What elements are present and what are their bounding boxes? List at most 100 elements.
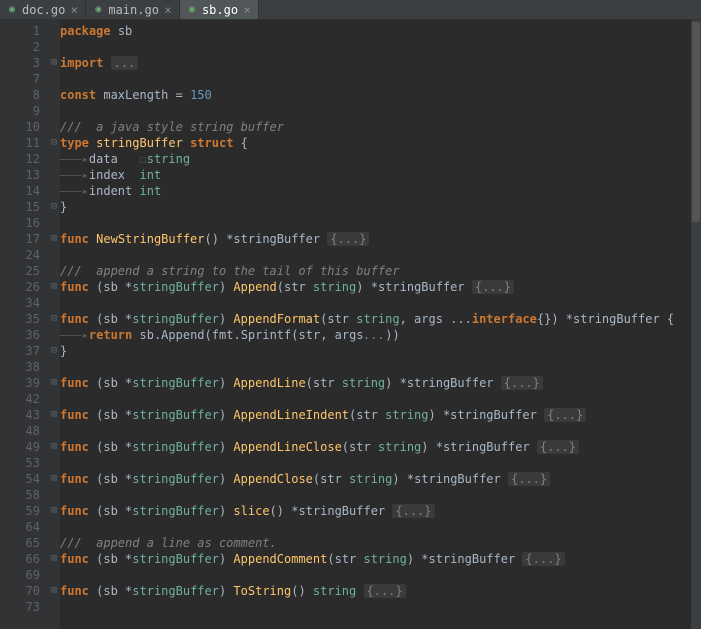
code-line[interactable]: type stringBuffer struct { xyxy=(60,135,701,151)
close-icon[interactable]: × xyxy=(69,3,79,17)
fold-collapse-icon[interactable]: ⊟ xyxy=(48,135,60,151)
token-punct: (str xyxy=(277,280,313,294)
token-punct xyxy=(118,152,140,166)
code-area[interactable]: package sb import ... const maxLength = 15… xyxy=(60,20,701,629)
token-kw: func xyxy=(60,312,89,326)
token-punct: ) *stringBuffer xyxy=(385,376,501,390)
code-line[interactable] xyxy=(60,423,701,439)
token-punct: , args xyxy=(320,328,363,342)
tab-doc-go[interactable]: ◉doc.go× xyxy=(0,0,86,19)
code-line[interactable] xyxy=(60,487,701,503)
close-icon[interactable]: × xyxy=(242,3,252,17)
code-line[interactable]: func (sb *stringBuffer) ToString() strin… xyxy=(60,583,701,599)
token-fn: AppendLineIndent xyxy=(233,408,349,422)
code-line[interactable] xyxy=(60,247,701,263)
token-kw: func xyxy=(60,440,89,454)
fold-expand-icon[interactable]: ⊞ xyxy=(48,471,60,487)
code-line[interactable] xyxy=(60,215,701,231)
code-line[interactable]: func (sb *stringBuffer) AppendLineIndent… xyxy=(60,407,701,423)
code-line[interactable] xyxy=(60,567,701,583)
code-line[interactable]: func (sb *stringBuffer) AppendClose(str … xyxy=(60,471,701,487)
code-line[interactable]: } xyxy=(60,199,701,215)
line-number: 11 xyxy=(0,135,44,151)
token-folded: {...} xyxy=(537,440,579,454)
token-type: string xyxy=(349,472,392,486)
fold-none xyxy=(48,119,60,135)
token-folded: ... xyxy=(111,56,139,70)
code-line[interactable]: func (sb *stringBuffer) Append(str strin… xyxy=(60,279,701,295)
token-punct xyxy=(125,168,139,182)
code-line[interactable] xyxy=(60,295,701,311)
code-line[interactable]: func (sb *stringBuffer) AppendLine(str s… xyxy=(60,375,701,391)
token-type: string xyxy=(147,152,190,166)
code-line[interactable]: const maxLength = 150 xyxy=(60,87,701,103)
fold-expand-icon[interactable]: ⊞ xyxy=(48,503,60,519)
token-punct: ) xyxy=(219,552,233,566)
token-type: string xyxy=(313,280,356,294)
token-punct: . xyxy=(233,328,240,342)
close-icon[interactable]: × xyxy=(163,3,173,17)
code-line[interactable]: import ... xyxy=(60,55,701,71)
code-line[interactable]: func (sb *stringBuffer) AppendComment(st… xyxy=(60,551,701,567)
fold-expand-icon[interactable]: ⊞ xyxy=(48,231,60,247)
fold-none xyxy=(48,247,60,263)
fold-collapse-icon[interactable]: ⊟ xyxy=(48,343,60,359)
fold-none xyxy=(48,295,60,311)
code-line[interactable]: } xyxy=(60,343,701,359)
fold-expand-icon[interactable]: ⊞ xyxy=(48,407,60,423)
line-number: 16 xyxy=(0,215,44,231)
token-punct: ) xyxy=(219,280,233,294)
code-line[interactable]: ———▸indent int xyxy=(60,183,701,199)
code-line[interactable] xyxy=(60,599,701,615)
token-punct: (str xyxy=(342,440,378,454)
fold-collapse-icon[interactable]: ⊟ xyxy=(48,311,60,327)
token-punct: (str xyxy=(306,376,342,390)
fold-none xyxy=(48,167,60,183)
fold-expand-icon[interactable]: ⊞ xyxy=(48,375,60,391)
fold-expand-icon[interactable]: ⊞ xyxy=(48,279,60,295)
tab-sb-go[interactable]: ◉sb.go× xyxy=(180,0,259,19)
token-punct xyxy=(356,584,363,598)
token-num: 150 xyxy=(190,88,212,102)
line-number: 49 xyxy=(0,439,44,455)
fold-none xyxy=(48,87,60,103)
code-line[interactable]: ———▸data ☐string xyxy=(60,151,701,167)
token-type: stringBuffer xyxy=(132,472,219,486)
token-ident: index xyxy=(89,168,125,182)
line-number: 59 xyxy=(0,503,44,519)
code-line[interactable]: /// append a line as comment. xyxy=(60,535,701,551)
fold-expand-icon[interactable]: ⊞ xyxy=(48,55,60,71)
code-line[interactable]: ———▸index int xyxy=(60,167,701,183)
code-line[interactable] xyxy=(60,39,701,55)
code-line[interactable] xyxy=(60,359,701,375)
fold-expand-icon[interactable]: ⊞ xyxy=(48,583,60,599)
code-line[interactable]: func NewStringBuffer() *stringBuffer {..… xyxy=(60,231,701,247)
fold-collapse-icon[interactable]: ⊟ xyxy=(48,199,60,215)
code-line[interactable]: func (sb *stringBuffer) slice() *stringB… xyxy=(60,503,701,519)
token-folded: {...} xyxy=(327,232,369,246)
scrollbar-thumb[interactable] xyxy=(692,22,700,222)
token-kw: return xyxy=(89,328,132,342)
fold-expand-icon[interactable]: ⊞ xyxy=(48,551,60,567)
code-line[interactable]: package sb xyxy=(60,23,701,39)
code-line[interactable]: func (sb *stringBuffer) AppendFormat(str… xyxy=(60,311,701,327)
token-punct xyxy=(183,136,190,150)
code-line[interactable]: ———▸return sb.Append(fmt.Sprintf(str, ar… xyxy=(60,327,701,343)
code-line[interactable] xyxy=(60,455,701,471)
token-yellow: stringBuffer xyxy=(96,136,183,150)
token-type: stringBuffer xyxy=(132,552,219,566)
code-line[interactable]: func (sb *stringBuffer) AppendLineClose(… xyxy=(60,439,701,455)
code-line[interactable] xyxy=(60,71,701,87)
line-number: 38 xyxy=(0,359,44,375)
token-ws: ———▸ xyxy=(60,152,89,166)
code-line[interactable] xyxy=(60,103,701,119)
code-line[interactable]: /// append a string to the tail of this … xyxy=(60,263,701,279)
code-line[interactable]: /// a java style string buffer xyxy=(60,119,701,135)
tab-main-go[interactable]: ◉main.go× xyxy=(86,0,180,19)
token-ident: fmt xyxy=(212,328,234,342)
code-line[interactable] xyxy=(60,519,701,535)
code-line[interactable] xyxy=(60,391,701,407)
fold-expand-icon[interactable]: ⊞ xyxy=(48,439,60,455)
vertical-scrollbar[interactable] xyxy=(691,20,701,629)
fold-none xyxy=(48,599,60,615)
